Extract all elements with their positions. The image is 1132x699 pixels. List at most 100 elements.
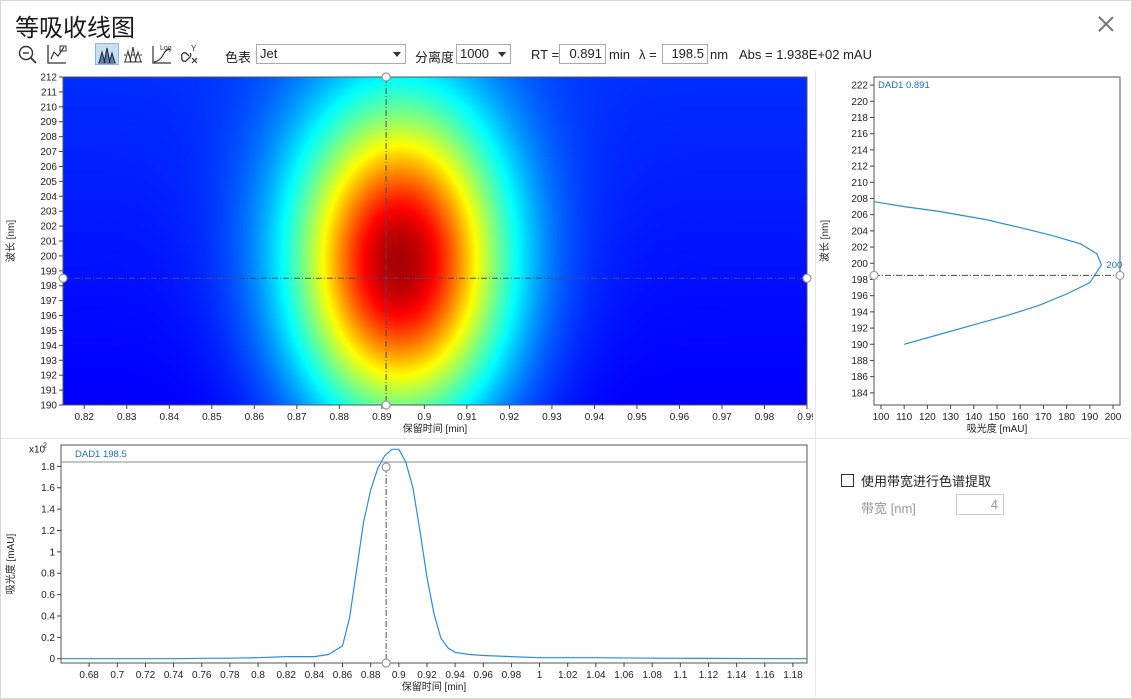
- heatmap-y-tick-label: 203: [40, 207, 57, 218]
- lambda-unit: nm: [710, 47, 729, 62]
- window-title: 等吸收线图: [15, 14, 135, 42]
- rt-input[interactable]: 0.891: [559, 44, 606, 64]
- resolution-select[interactable]: 1000: [456, 44, 511, 64]
- heatmap-y-tick-label: 212: [40, 73, 57, 84]
- spectrum-y-tick-label: 208: [851, 194, 868, 205]
- colormap-select[interactable]: Jet: [256, 44, 406, 64]
- heatmap-image: [63, 77, 807, 405]
- heatmap-y-tick-label: 198: [40, 281, 57, 292]
- spectrum-y-tick-label: 222: [851, 81, 868, 92]
- heatmap-x-tick-label: 0.95: [627, 412, 647, 423]
- spectrum-y-tick-label: 198: [851, 275, 868, 286]
- heatmap-y-tick-label: 197: [40, 296, 57, 307]
- spectrum-x-tick-label: 130: [942, 412, 959, 423]
- chromatogram-x-tick-label: 1.02: [558, 670, 578, 681]
- spectrum-frame: [873, 76, 1121, 406]
- y-unlink-icon[interactable]: Y: [178, 43, 202, 65]
- colormap-label: 色表: [225, 50, 252, 65]
- chromatogram-x-tick-label: 1: [537, 670, 543, 681]
- resolution-value: 1000: [460, 46, 489, 61]
- spectrum-x-tick-label: 170: [1035, 412, 1052, 423]
- chromatogram-x-tick-label: 1.08: [642, 670, 662, 681]
- spectrum-y-tick-label: 204: [851, 226, 868, 237]
- peak-fill-icon[interactable]: [95, 43, 119, 65]
- spectrum-x-tick-label: 180: [1058, 412, 1075, 423]
- spectrum-x-tick-label: 120: [919, 412, 936, 423]
- spectrum-x-tick-label: 100: [873, 412, 890, 423]
- heatmap-x-tick-label: 0.85: [202, 412, 222, 423]
- bandwidth-input[interactable]: 4: [956, 494, 1004, 515]
- heatmap-x-tick-label: 0.87: [287, 412, 307, 423]
- spectrum-y-tick-label: 218: [851, 113, 868, 124]
- spectrum-y-tick-label: 194: [851, 307, 868, 318]
- chromatogram-y-tick-label: 0.8: [41, 569, 55, 580]
- chevron-down-icon: [393, 52, 401, 57]
- bandwidth-checkbox[interactable]: [841, 474, 854, 487]
- chromatogram-x-tick-label: 0.98: [502, 670, 522, 681]
- spectrum-y-tick-label: 210: [851, 178, 868, 189]
- heatmap-x-tick-label: 0.93: [542, 412, 562, 423]
- heatmap-y-tick-label: 207: [40, 147, 57, 158]
- chromatogram-x-tick-label: 0.88: [361, 670, 381, 681]
- cursor-handle: [58, 273, 68, 283]
- spectrum-y-tick-label: 184: [851, 388, 868, 399]
- isoabsorption-window: 等吸收线图 Log Y 色表 Jet 分离度 1000 RT = 0.891 m…: [0, 0, 1132, 699]
- bandwidth-checkbox-row[interactable]: 使用带宽进行色谱提取: [841, 471, 991, 490]
- spectrum-y-tick-label: 192: [851, 324, 868, 335]
- heatmap-y-tick-label: 191: [40, 386, 57, 397]
- heatmap-y-tick-label: 205: [40, 177, 57, 188]
- chromatogram-x-tick-label: 0.96: [474, 670, 494, 681]
- heatmap-y-tick-label: 201: [40, 237, 57, 248]
- abs-readout: Abs = 1.938E+02 mAU: [739, 47, 872, 62]
- heatmap-y-tick-label: 194: [40, 341, 57, 352]
- spectrum-chart[interactable]: DAD1 0.891 184 186 188 190 192 194 196 198 200 202…: [816, 71, 1131, 437]
- chromatogram-y-tick-label: 1: [49, 547, 55, 558]
- chromatogram-y-tick-label: 0: [49, 654, 55, 665]
- chromatogram-x-axis-label: 保留时间 [min]: [402, 680, 467, 693]
- chromatogram-x-tick-label: 0.82: [276, 670, 296, 681]
- cursor-handle: [381, 72, 391, 82]
- chromatogram-y-tick-label: 1.4: [41, 505, 55, 516]
- spectrum-x-tick-label: 190: [1081, 412, 1098, 423]
- lambda-input[interactable]: 198.5: [662, 44, 708, 64]
- chromatogram-x-tick-label: 1.14: [727, 670, 747, 681]
- chromatogram-chart[interactable]: DAD1 198.500.20.40.60.811.21.41.61.8x102…: [1, 439, 813, 697]
- heatmap-y-tick-label: 193: [40, 356, 57, 367]
- colormap-value: Jet: [260, 46, 278, 61]
- spectrum-x-tick-label: 150: [989, 412, 1006, 423]
- peak-outline-icon[interactable]: [122, 43, 146, 65]
- chromatogram-y-tick-label: 1.2: [41, 526, 55, 537]
- heatmap-x-tick-label: 0.94: [585, 412, 605, 423]
- chromatogram-y-tick-label: 1.8: [41, 462, 55, 473]
- chromatogram-x-tick-label: 1.18: [783, 670, 803, 681]
- chromatogram-x-tick-label: 0.72: [136, 670, 156, 681]
- spectrum-x-tick-label: 160: [1012, 412, 1029, 423]
- spectrum-y-tick-label: 190: [851, 340, 868, 351]
- zoom-out-icon[interactable]: [17, 43, 41, 65]
- spectrum-peak-label: 200: [1106, 260, 1122, 271]
- spectrum-y-tick-label: 186: [851, 372, 868, 383]
- log-scale-icon[interactable]: Log: [150, 43, 174, 65]
- rt-unit: min: [609, 47, 630, 62]
- cursor-handle: [869, 270, 879, 281]
- chromatogram-x-tick-label: 0.78: [220, 670, 240, 681]
- close-icon[interactable]: [1097, 15, 1115, 33]
- heatmap-x-tick-label: 0.84: [160, 412, 180, 423]
- chromatogram-x-tick-label: 1.12: [699, 670, 719, 681]
- heatmap-y-tick-label: 190: [40, 401, 57, 412]
- chromatogram-x-tick-label: 0.7: [110, 670, 124, 681]
- bandwidth-label: 带宽 [nm]: [861, 501, 916, 516]
- chromatogram-y-tick-label: 0.6: [41, 590, 55, 601]
- spectrum-y-tick-label: 196: [851, 291, 868, 302]
- heatmap-x-tick-label: 0.9: [417, 412, 431, 423]
- bandwidth-checkbox-label: 使用带宽进行色谱提取: [861, 474, 992, 489]
- spectrum-y-tick-label: 212: [851, 162, 868, 173]
- cursor-handle: [1115, 270, 1125, 281]
- axes-reset-icon[interactable]: [45, 43, 69, 65]
- chromatogram-y-tick-label: 1.6: [41, 483, 55, 494]
- chromatogram-y-exponent: 2: [43, 442, 47, 449]
- spectrum-y-tick-label: 206: [851, 210, 868, 221]
- spectrum-y-tick-label: 202: [851, 243, 868, 254]
- chromatogram-x-tick-label: 0.68: [79, 670, 99, 681]
- isoabsorption-heatmap[interactable]: 190 191 192 193 194 195 196 197 198 199 200 201 202 2…: [1, 71, 813, 437]
